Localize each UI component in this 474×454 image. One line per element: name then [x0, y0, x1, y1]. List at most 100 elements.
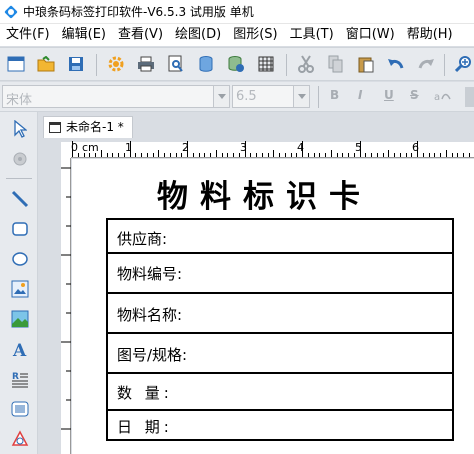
ruler-tick: [284, 153, 286, 157]
drawing-tools: A R: [0, 112, 38, 454]
char-spacing-icon[interactable]: a: [432, 86, 452, 106]
database-icon[interactable]: [196, 54, 216, 74]
svg-text:A: A: [12, 341, 27, 358]
font-size-select[interactable]: 6.5: [232, 85, 310, 108]
ruler-tick: [123, 153, 125, 157]
ruler-tick: [204, 153, 206, 157]
line-tool-icon[interactable]: [9, 188, 31, 210]
rich-text-icon[interactable]: R: [9, 368, 31, 390]
text-tool-icon[interactable]: A: [9, 338, 31, 360]
label-row[interactable]: 数 量:: [108, 374, 452, 411]
ruler-tick: [279, 153, 280, 157]
grid-icon[interactable]: [256, 54, 276, 74]
font-size-value: 6.5: [236, 89, 257, 104]
label-row-text: 物料名称:: [117, 306, 183, 324]
label-title[interactable]: 物料标识卡: [72, 171, 457, 216]
ruler-tick: [468, 153, 470, 157]
document-area: 未命名-1 * 0 cm 1 2 3 4 5 6 物料标识卡 供应商: 物料编号…: [39, 112, 474, 454]
ruler-tick: [175, 153, 177, 157]
ruler-tick: [169, 153, 171, 157]
ellipse-tool-icon[interactable]: [9, 248, 31, 270]
ruler-tick: [210, 153, 211, 157]
menu-window[interactable]: 窗口(W): [340, 24, 401, 46]
ruler-tick: [233, 153, 234, 157]
ruler-tick: [181, 153, 183, 157]
new-document-icon[interactable]: [6, 54, 26, 74]
title-bar: 中琅条码标签打印软件-V6.5.3 试用版 单机: [0, 0, 474, 24]
ruler-tick: [382, 153, 384, 157]
picture-tool-icon[interactable]: [9, 308, 31, 330]
menu-draw[interactable]: 绘图(D): [169, 24, 227, 46]
toolbar-divider: [96, 54, 97, 76]
menu-edit[interactable]: 编辑(E): [56, 24, 112, 46]
ruler-tick: [376, 153, 378, 157]
label-row[interactable]: 物料编号:: [108, 254, 452, 294]
ruler-tick: [141, 153, 142, 157]
label-row[interactable]: 供应商:: [108, 220, 452, 254]
ruler-tick: [457, 153, 459, 157]
ruler-tick: [152, 153, 154, 157]
paste-icon[interactable]: [356, 54, 376, 74]
zoom-in-icon[interactable]: [454, 54, 474, 74]
ruler-tick: [353, 153, 355, 157]
svg-text:a: a: [434, 92, 440, 103]
main-toolbar: [0, 47, 474, 81]
print-preview-icon[interactable]: [166, 54, 186, 74]
italic-button[interactable]: I: [358, 88, 362, 102]
strikethrough-button[interactable]: S: [410, 88, 419, 102]
ruler-tick: [146, 153, 148, 157]
rotate-icon[interactable]: [9, 148, 31, 170]
label-row[interactable]: 日 期:: [108, 411, 452, 441]
ruler-tick: [158, 150, 160, 157]
ruler-tick: [106, 153, 108, 157]
label-row-text: 日 期:: [117, 418, 173, 436]
ruler-tick: [221, 153, 223, 157]
label-row[interactable]: 物料名称:: [108, 294, 452, 334]
image-tool-icon[interactable]: [9, 278, 31, 300]
ruler-tick: [129, 141, 131, 157]
menu-tools[interactable]: 工具(T): [284, 24, 340, 46]
ruler-tick: [325, 153, 326, 157]
save-icon[interactable]: [66, 54, 86, 74]
print-icon[interactable]: [136, 54, 156, 74]
label-table[interactable]: 供应商: 物料编号: 物料名称: 图号/规格: 数 量: 日 期:: [106, 218, 454, 441]
font-name-select[interactable]: 宋体: [2, 85, 230, 108]
settings-gear-icon[interactable]: [106, 54, 126, 74]
label-canvas[interactable]: 物料标识卡 供应商: 物料编号: 物料名称: 图号/规格: 数 量: 日 期:: [72, 159, 474, 454]
polygon-tool-icon[interactable]: [9, 428, 31, 450]
ruler-tick: [227, 153, 229, 157]
document-tab-label: 未命名-1 *: [66, 120, 124, 134]
chevron-down-icon[interactable]: [213, 86, 229, 107]
vertical-ruler: [61, 158, 71, 454]
database-config-icon[interactable]: [226, 54, 246, 74]
menu-shape[interactable]: 图形(S): [227, 24, 283, 46]
rectangle-tool-icon[interactable]: [9, 218, 31, 240]
cut-icon[interactable]: [296, 54, 316, 74]
label-row-text: 供应商:: [117, 230, 168, 248]
menu-view[interactable]: 查看(V): [112, 24, 169, 46]
select-pointer-icon[interactable]: [9, 118, 31, 140]
underline-button[interactable]: U: [384, 88, 394, 102]
ruler-tick: [336, 153, 338, 157]
ruler-tick: [215, 150, 217, 157]
undo-icon[interactable]: [386, 54, 406, 74]
label-row[interactable]: 图号/规格:: [108, 334, 452, 374]
barcode-tool-icon[interactable]: [9, 398, 31, 420]
ruler-tick: [417, 141, 418, 157]
ruler-tick: [371, 153, 372, 157]
menu-file[interactable]: 文件(F): [0, 24, 56, 46]
bold-button[interactable]: B: [330, 88, 339, 102]
copy-icon[interactable]: [326, 54, 346, 74]
ruler-tick: [359, 141, 361, 157]
vertical-ruler-ticks: [61, 167, 71, 430]
ruler-tick: [112, 153, 114, 157]
ruler-label: 5: [355, 141, 362, 154]
redo-icon[interactable]: [416, 54, 436, 74]
open-folder-icon[interactable]: [36, 54, 56, 74]
font-toolbar: 宋体 6.5 B I U S a: [0, 82, 474, 112]
chevron-down-icon[interactable]: [293, 86, 309, 107]
ruler-tick: [399, 153, 401, 157]
toolbar-divider: [286, 54, 287, 76]
document-tab[interactable]: 未命名-1 *: [43, 116, 133, 138]
menu-help[interactable]: 帮助(H): [401, 24, 459, 46]
